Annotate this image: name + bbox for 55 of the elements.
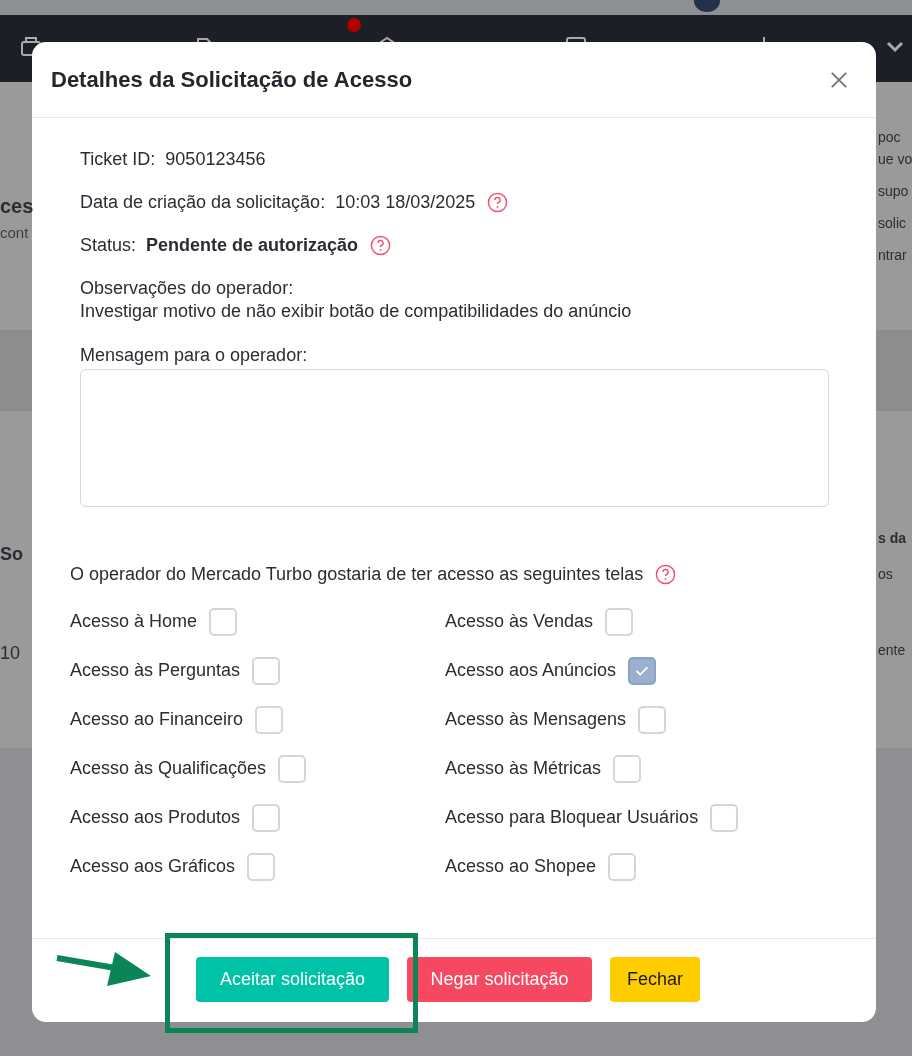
- page-text: cont: [0, 224, 29, 241]
- dialog-title: Detalhes da Solicitação de Acesso: [51, 66, 413, 93]
- field-label: Status:: [80, 234, 137, 256]
- checkbox[interactable]: [638, 705, 667, 734]
- field-label: Data de criação da solicitação:: [80, 191, 326, 213]
- permission-label: Acesso aos Gráficos: [70, 856, 236, 877]
- page-text: ue vo: [878, 150, 912, 169]
- checkbox[interactable]: [209, 607, 238, 636]
- alert-dot: [347, 18, 361, 32]
- observation-text: Investigar motivo de não exibir botão de compatibilidades do anúncio: [80, 300, 633, 323]
- close-icon[interactable]: [830, 70, 848, 89]
- page-text: So: [0, 544, 23, 565]
- page-text: ente: [878, 642, 906, 658]
- ticket-id: 9050123456: [165, 148, 266, 170]
- page-text: solic: [878, 214, 906, 233]
- permission-label: Acesso ao Shopee: [445, 856, 597, 877]
- checkbox[interactable]: [608, 852, 637, 881]
- permissions-heading: O operador do Mercado Turbo gostaria de ter acesso as seguintes telas: [70, 563, 644, 585]
- checkbox[interactable]: [255, 705, 284, 734]
- permission-label: Acesso às Vendas: [445, 611, 594, 632]
- page-text: os: [878, 566, 893, 582]
- page-text: ntrar: [878, 246, 907, 265]
- permission-label: Acesso aos Anúncios: [445, 660, 617, 681]
- creation-date: 10:03 18/03/2025: [335, 191, 476, 213]
- page-text: 10: [0, 643, 21, 664]
- page-text: supo: [878, 182, 909, 201]
- status-value: Pendente de autorização: [146, 234, 359, 256]
- permission-label: Acesso aos Produtos: [70, 807, 241, 828]
- field-label: Ticket ID:: [80, 148, 156, 170]
- checkbox[interactable]: [628, 656, 657, 685]
- deny-button[interactable]: Negar solicitação: [407, 957, 592, 1002]
- checkbox[interactable]: [605, 607, 634, 636]
- close-button[interactable]: Fechar: [610, 957, 700, 1002]
- checkbox[interactable]: [613, 754, 642, 783]
- permission-label: Acesso às Métricas: [445, 758, 602, 779]
- help-icon[interactable]: [370, 234, 392, 256]
- permission-label: Acesso ao Financeiro: [70, 709, 244, 730]
- permission-label: Acesso às Perguntas: [70, 660, 241, 681]
- message-field[interactable]: [80, 369, 829, 507]
- permission-label: Acesso para Bloquear Usuários: [445, 807, 699, 828]
- page-text: poc: [878, 128, 901, 147]
- checkbox[interactable]: [252, 656, 281, 685]
- field-label: Observações do operador:: [80, 277, 295, 300]
- accept-button[interactable]: Aceitar solicitação: [196, 957, 389, 1002]
- permission-label: Acesso às Mensagens: [445, 709, 627, 730]
- field-label: Mensagem para o operador:: [80, 344, 309, 366]
- help-icon[interactable]: [487, 191, 509, 213]
- checkbox[interactable]: [278, 754, 307, 783]
- page-text: s da: [878, 530, 906, 546]
- checkbox[interactable]: [247, 852, 276, 881]
- permission-label: Acesso às Qualificações: [70, 758, 267, 779]
- permission-label: Acesso à Home: [70, 611, 198, 632]
- checkbox[interactable]: [252, 803, 281, 832]
- help-icon[interactable]: [655, 563, 677, 585]
- checkbox[interactable]: [710, 803, 739, 832]
